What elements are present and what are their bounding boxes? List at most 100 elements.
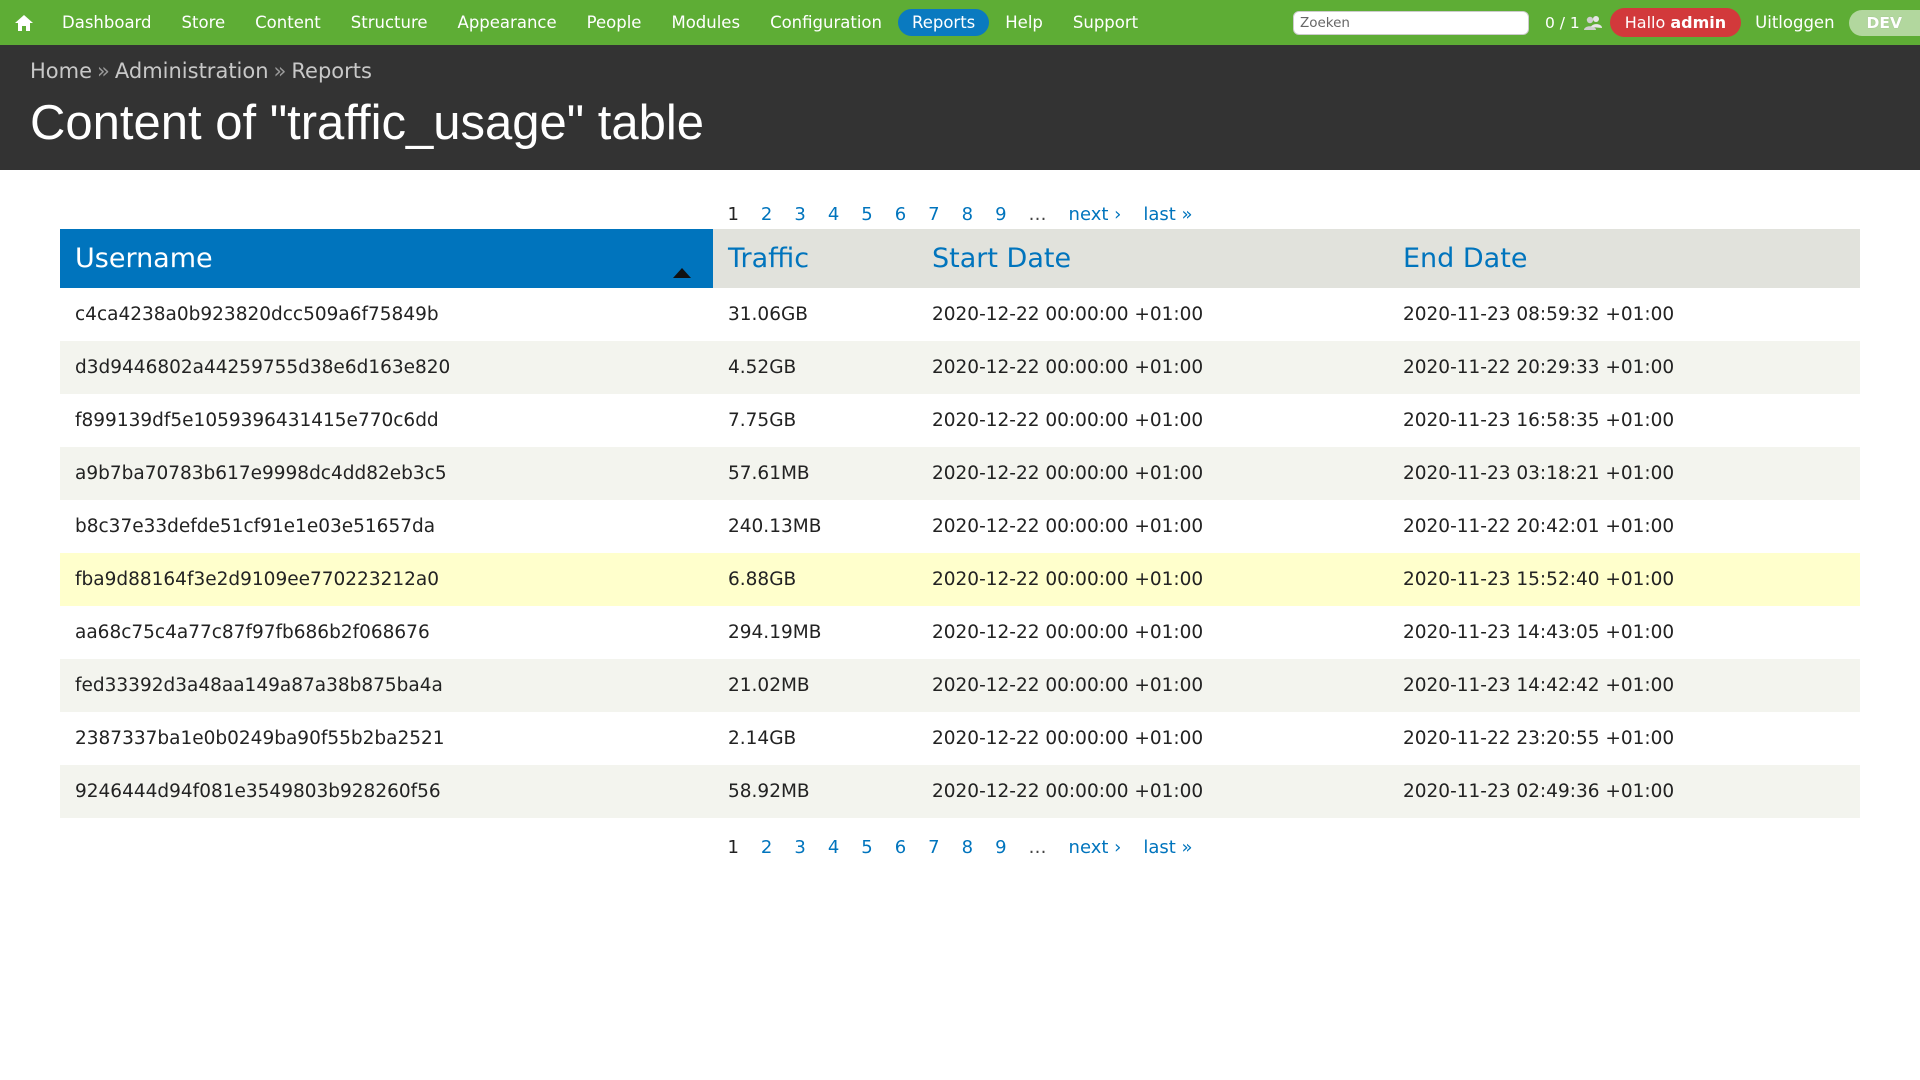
cell-username: c4ca4238a0b923820dcc509a6f75849b — [60, 288, 713, 341]
nav-item-store[interactable]: Store — [168, 9, 240, 36]
column-header-start-date[interactable]: Start Date — [917, 229, 1388, 288]
pager-page-4-top[interactable]: 4 — [828, 204, 839, 225]
pager-page-8-top[interactable]: 8 — [962, 204, 973, 225]
cell-username: a9b7ba70783b617e9998dc4dd82eb3c5 — [60, 447, 713, 500]
pager-page-2-top[interactable]: 2 — [761, 204, 772, 225]
breadcrumb: Home» Administration» Reports — [30, 59, 1890, 83]
cell-username: fba9d88164f3e2d9109ee770223212a0 — [60, 553, 713, 606]
cell-traffic: 58.92MB — [713, 765, 917, 818]
cell-traffic: 294.19MB — [713, 606, 917, 659]
pager-next-top[interactable]: next › — [1069, 204, 1122, 225]
pager-page-7-top[interactable]: 7 — [928, 204, 939, 225]
nav-item-appearance[interactable]: Appearance — [444, 9, 571, 36]
pager-page-4-bottom[interactable]: 4 — [828, 837, 839, 858]
pager-last-top[interactable]: last » — [1143, 204, 1192, 225]
cell-traffic: 4.52GB — [713, 341, 917, 394]
column-header-username[interactable]: Username — [60, 229, 713, 288]
search-input[interactable] — [1292, 10, 1529, 35]
table-container: Username Traffic Start Date End Date c4ca42… — [60, 229, 1860, 818]
pager-page-5-top[interactable]: 5 — [861, 204, 872, 225]
pager-top-container: 1 2 3 4 5 6 7 8 9 … next › last » — [0, 199, 1920, 229]
page-header: Home» Administration» Reports Content of "… — [0, 45, 1920, 170]
breadcrumb-link-reports[interactable]: Reports — [291, 59, 372, 83]
cell-start-date: 2020-12-22 00:00:00 +01:00 — [917, 712, 1388, 765]
table-row: b8c37e33defde51cf91e1e03e51657da 240.13MB… — [60, 500, 1860, 553]
pager-ellipsis-bottom: … — [1028, 836, 1047, 858]
admin-toolbar: Dashboard Store Content Structure Appearance… — [0, 0, 1920, 45]
user-greeting-button[interactable]: Hallo admin — [1609, 8, 1742, 37]
toolbar-right: 0 / 1 Hallo admin Uitloggen DEV — [1292, 0, 1920, 45]
column-header-label: End Date — [1403, 243, 1528, 274]
nav-item-content[interactable]: Content — [241, 9, 335, 36]
cell-end-date: 2020-11-23 16:58:35 +01:00 — [1388, 394, 1860, 447]
cell-username: 2387337ba1e0b0249ba90f55b2ba2521 — [60, 712, 713, 765]
breadcrumb-link-home[interactable]: Home — [30, 59, 92, 83]
nav-item-configuration[interactable]: Configuration — [756, 9, 896, 36]
cell-traffic: 31.06GB — [713, 288, 917, 341]
pager-next-bottom[interactable]: next › — [1069, 837, 1122, 858]
cell-end-date: 2020-11-23 15:52:40 +01:00 — [1388, 553, 1860, 606]
table-header-row: Username Traffic Start Date End Date — [60, 229, 1860, 288]
cell-end-date: 2020-11-23 03:18:21 +01:00 — [1388, 447, 1860, 500]
cell-start-date: 2020-12-22 00:00:00 +01:00 — [917, 341, 1388, 394]
online-users-count: 0 / 1 — [1544, 13, 1580, 32]
pager-page-6-bottom[interactable]: 6 — [895, 837, 906, 858]
pager-top: 1 2 3 4 5 6 7 8 9 … next › last » — [0, 199, 1920, 229]
sort-ascending-icon — [673, 254, 691, 285]
pager-page-9-bottom[interactable]: 9 — [995, 837, 1006, 858]
environment-badge: DEV — [1848, 9, 1920, 36]
nav-item-support[interactable]: Support — [1059, 9, 1152, 36]
cell-username: b8c37e33defde51cf91e1e03e51657da — [60, 500, 713, 553]
toolbar-nav: Dashboard Store Content Structure Appearance… — [48, 0, 1154, 45]
column-header-traffic[interactable]: Traffic — [713, 229, 917, 288]
cell-start-date: 2020-12-22 00:00:00 +01:00 — [917, 553, 1388, 606]
pager-page-3-top[interactable]: 3 — [794, 204, 805, 225]
pager-page-2-bottom[interactable]: 2 — [761, 837, 772, 858]
cell-start-date: 2020-12-22 00:00:00 +01:00 — [917, 288, 1388, 341]
column-header-end-date[interactable]: End Date — [1388, 229, 1860, 288]
nav-item-help[interactable]: Help — [991, 9, 1057, 36]
nav-item-modules[interactable]: Modules — [657, 9, 754, 36]
pager-page-9-top[interactable]: 9 — [995, 204, 1006, 225]
page-title: Content of "traffic_usage" table — [30, 96, 705, 150]
cell-username: 9246444d94f081e3549803b928260f56 — [60, 765, 713, 818]
pager-page-1-bottom: 1 — [727, 836, 739, 858]
nav-item-reports[interactable]: Reports — [897, 9, 990, 36]
table-row: 9246444d94f081e3549803b928260f56 58.92MB 2… — [60, 765, 1860, 818]
pager-last-bottom[interactable]: last » — [1143, 837, 1192, 858]
column-header-label: Traffic — [728, 243, 810, 274]
pager-page-8-bottom[interactable]: 8 — [962, 837, 973, 858]
table-row: fed33392d3a48aa149a87a38b875ba4a 21.02MB 2… — [60, 659, 1860, 712]
users-icon — [1583, 15, 1602, 31]
pager-page-7-bottom[interactable]: 7 — [928, 837, 939, 858]
pager-page-6-top[interactable]: 6 — [895, 204, 906, 225]
pager-ellipsis-top: … — [1028, 203, 1047, 225]
breadcrumb-separator: » — [273, 59, 287, 83]
cell-start-date: 2020-12-22 00:00:00 +01:00 — [917, 765, 1388, 818]
cell-username: aa68c75c4a77c87f97fb686b2f068676 — [60, 606, 713, 659]
cell-traffic: 6.88GB — [713, 553, 917, 606]
logout-link[interactable]: Uitloggen — [1755, 13, 1834, 32]
nav-item-structure[interactable]: Structure — [337, 9, 442, 36]
cell-end-date: 2020-11-22 23:20:55 +01:00 — [1388, 712, 1860, 765]
cell-traffic: 21.02MB — [713, 659, 917, 712]
online-users-counter[interactable]: 0 / 1 — [1545, 14, 1602, 32]
table-row: fba9d88164f3e2d9109ee770223212a0 6.88GB 20… — [60, 553, 1860, 606]
cell-end-date: 2020-11-23 14:42:42 +01:00 — [1388, 659, 1860, 712]
pager-page-3-bottom[interactable]: 3 — [794, 837, 805, 858]
cell-traffic: 7.75GB — [713, 394, 917, 447]
breadcrumb-link-administration[interactable]: Administration — [115, 59, 269, 83]
table-row: 2387337ba1e0b0249ba90f55b2ba2521 2.14GB 20… — [60, 712, 1860, 765]
table-row: aa68c75c4a77c87f97fb686b2f068676 294.19MB… — [60, 606, 1860, 659]
pager-page-5-bottom[interactable]: 5 — [861, 837, 872, 858]
cell-username: f899139df5e1059396431415e770c6dd — [60, 394, 713, 447]
cell-end-date: 2020-11-23 14:43:05 +01:00 — [1388, 606, 1860, 659]
column-header-label: Username — [75, 243, 213, 274]
table-row: d3d9446802a44259755d38e6d163e820 4.52GB 20… — [60, 341, 1860, 394]
nav-item-dashboard[interactable]: Dashboard — [48, 9, 166, 36]
nav-item-people[interactable]: People — [573, 9, 656, 36]
pager-bottom: 1 2 3 4 5 6 7 8 9 … next › last » — [0, 832, 1920, 862]
home-icon[interactable] — [0, 0, 48, 45]
greeting-prefix: Hallo — [1624, 13, 1666, 32]
pager-bottom-container: 1 2 3 4 5 6 7 8 9 … next › last » — [0, 832, 1920, 862]
